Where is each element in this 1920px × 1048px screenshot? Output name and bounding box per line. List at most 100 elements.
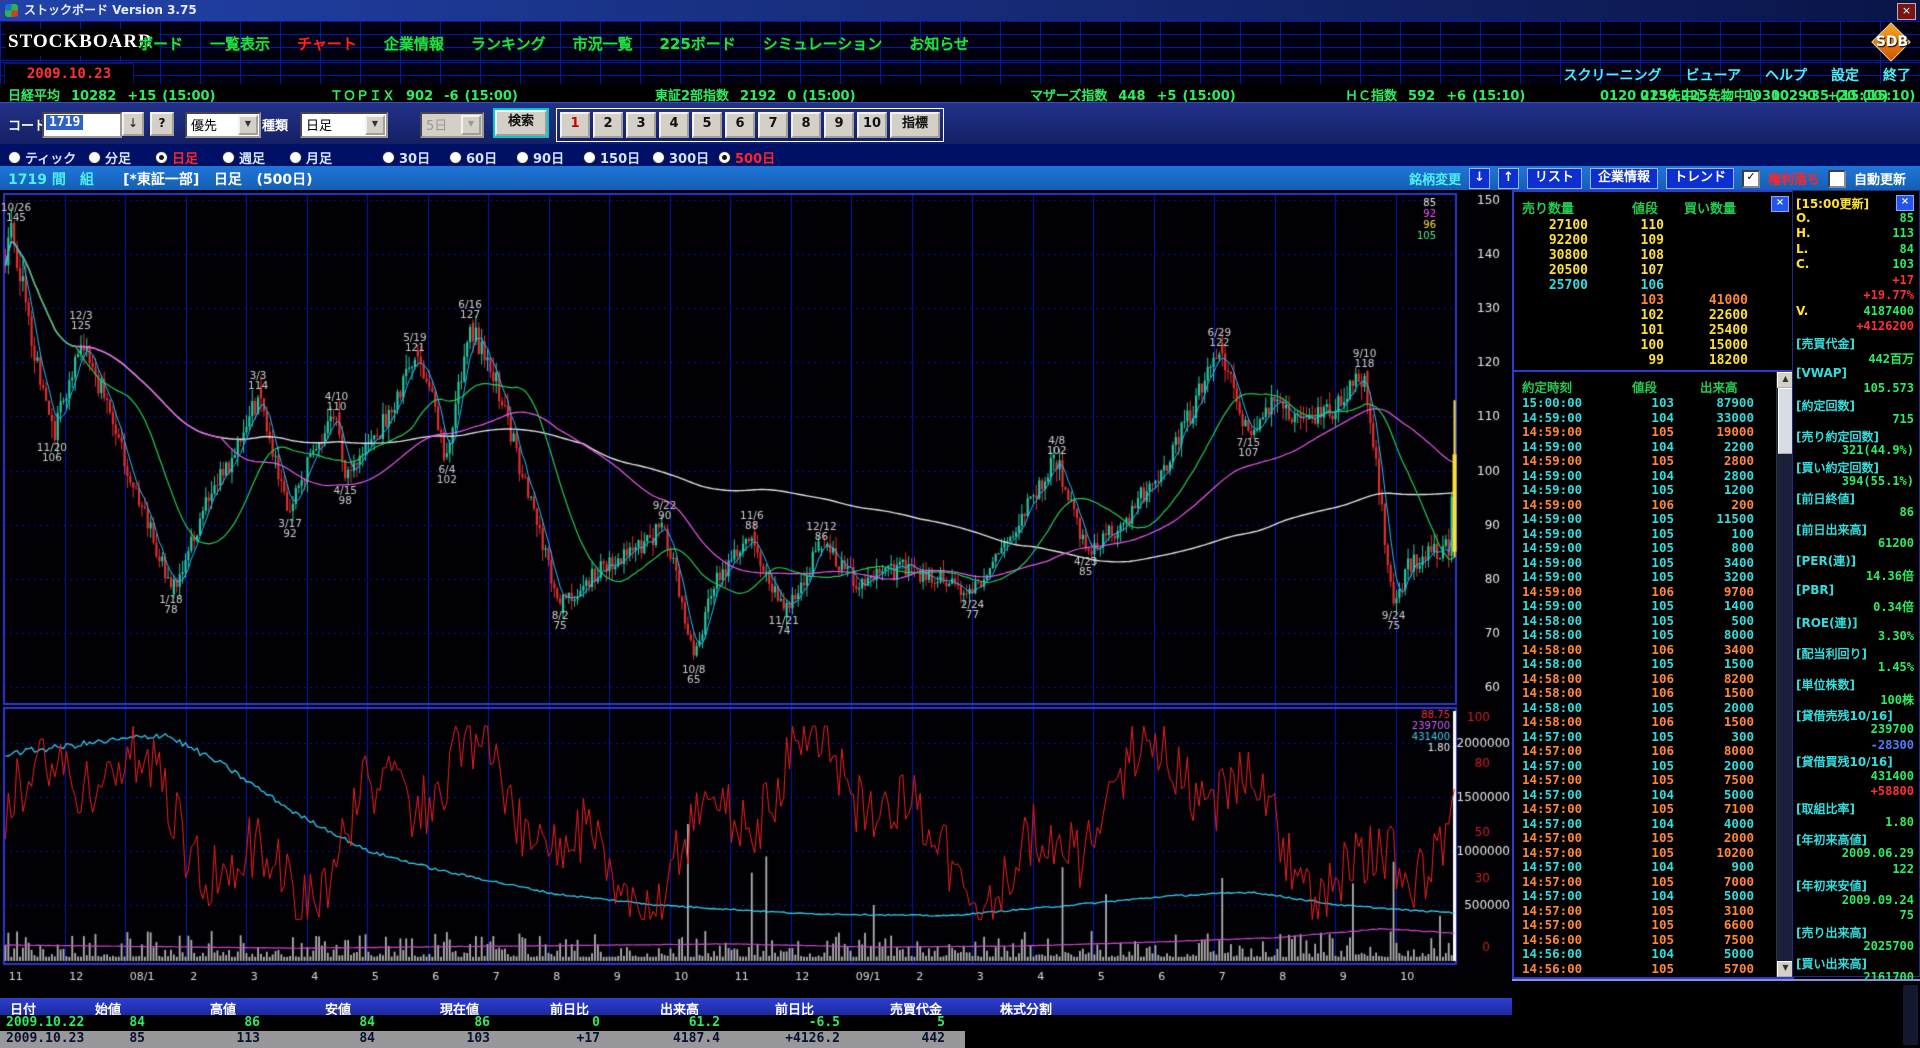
utility-スクリーニング[interactable]: スクリーニング: [1564, 65, 1662, 85]
trade-row[interactable]: 14:59:001051400: [1514, 598, 1792, 613]
price-chart[interactable]: [0, 190, 1512, 994]
trade-row[interactable]: 14:57:001056600: [1514, 917, 1792, 932]
window-close-button[interactable]: ×: [1897, 3, 1916, 20]
menu-item-一覧表示[interactable]: 一覧表示: [210, 33, 270, 54]
order-book-close-icon[interactable]: ×: [1771, 196, 1789, 212]
utility-ヘルプ[interactable]: ヘルプ: [1765, 65, 1807, 85]
trade-row[interactable]: 14:56:001045000: [1514, 946, 1792, 961]
trade-row[interactable]: 14:57:001052000: [1514, 758, 1792, 773]
indicator-button[interactable]: 指標: [890, 112, 940, 138]
ask-row[interactable]: 25700106: [1514, 278, 1792, 293]
trade-row[interactable]: 14:58:001063400: [1514, 642, 1792, 657]
chart-slot-button-6[interactable]: 6: [725, 112, 755, 138]
menu-item-ランキング[interactable]: ランキング: [471, 33, 546, 54]
trade-log-scrollbar[interactable]: ▲▼: [1776, 372, 1792, 977]
utility-終了[interactable]: 終了: [1883, 65, 1911, 85]
trade-row[interactable]: 14:59:00105800: [1514, 540, 1792, 555]
button-リスト[interactable]: リスト: [1527, 168, 1582, 189]
menu-item-市況一覧[interactable]: 市況一覧: [572, 33, 632, 54]
timeframe-分足[interactable]: 分足: [88, 148, 131, 167]
trade-row[interactable]: 14:57:00105300: [1514, 729, 1792, 744]
chart-slot-button-9[interactable]: 9: [824, 112, 854, 138]
trade-row[interactable]: 14:57:001057000: [1514, 874, 1792, 889]
menu-item-225ボード[interactable]: 225ボード: [659, 33, 735, 54]
trade-row[interactable]: 14:59:001053400: [1514, 555, 1792, 570]
trade-row[interactable]: 14:59:0010511500: [1514, 511, 1792, 526]
chart-slot-button-4[interactable]: 4: [659, 112, 689, 138]
trade-row[interactable]: 14:57:001045000: [1514, 888, 1792, 903]
bid-row[interactable]: 9918200: [1514, 353, 1792, 368]
timeframe-60日[interactable]: 60日: [449, 148, 497, 167]
trade-row[interactable]: 14:57:001068000: [1514, 743, 1792, 758]
trade-row[interactable]: 14:59:001042800: [1514, 468, 1792, 483]
bid-row[interactable]: 10222600: [1514, 308, 1792, 323]
chart-slot-button-3[interactable]: 3: [626, 112, 656, 138]
history-table-row[interactable]: 2009.10.2284868486061.2-6.55: [0, 1015, 1512, 1031]
menu-item-企業情報[interactable]: 企業情報: [384, 33, 444, 54]
chart-slot-button-2[interactable]: 2: [593, 112, 623, 138]
code-spin-down-icon[interactable]: ↓: [122, 112, 144, 136]
timeframe-日足[interactable]: 日足: [155, 148, 198, 167]
trade-row[interactable]: 14:56:001057500: [1514, 932, 1792, 947]
chart-slot-button-1[interactable]: 1: [560, 112, 590, 138]
menu-item-ボード[interactable]: ボード: [138, 33, 183, 54]
chart-slot-button-10[interactable]: 10: [857, 112, 887, 138]
auto-update-checkbox[interactable]: [1828, 170, 1846, 188]
trade-row[interactable]: 14:58:001052000: [1514, 700, 1792, 715]
trade-row[interactable]: 14:56:001055700: [1514, 961, 1792, 976]
trade-row[interactable]: 14:59:001069700: [1514, 584, 1792, 599]
ask-row[interactable]: 92200109: [1514, 233, 1792, 248]
trade-row[interactable]: 14:58:001061500: [1514, 714, 1792, 729]
timeframe-30日[interactable]: 30日: [382, 148, 430, 167]
ask-row[interactable]: 20500107: [1514, 263, 1792, 278]
trade-row[interactable]: 14:57:001057500: [1514, 772, 1792, 787]
priority-select[interactable]: 優先▼: [185, 112, 261, 138]
trade-row[interactable]: 14:57:00104900: [1514, 859, 1792, 874]
timeframe-ティック[interactable]: ティック: [8, 148, 76, 167]
scrollbar-thumb[interactable]: [1778, 388, 1793, 454]
timeframe-週足[interactable]: 週足: [222, 148, 265, 167]
menu-item-チャート[interactable]: チャート: [297, 33, 357, 54]
utility-ビューア[interactable]: ビューア: [1686, 65, 1741, 85]
trade-row[interactable]: 14:58:001061500: [1514, 685, 1792, 700]
ask-row[interactable]: 27100110: [1514, 218, 1792, 233]
timeframe-150日[interactable]: 150日: [583, 148, 640, 167]
chart-slot-button-8[interactable]: 8: [791, 112, 821, 138]
trade-row[interactable]: 14:58:001068200: [1514, 671, 1792, 686]
trade-row[interactable]: 14:58:00105500: [1514, 613, 1792, 628]
trade-row[interactable]: 14:59:00106200: [1514, 497, 1792, 512]
dropdown-arrow-icon[interactable]: ▼: [238, 115, 258, 135]
trade-row[interactable]: 14:59:001052800: [1514, 453, 1792, 468]
dropdown-arrow-icon[interactable]: ▼: [365, 115, 385, 135]
timeframe-300日[interactable]: 300日: [652, 148, 709, 167]
trade-row[interactable]: 14:57:001052000: [1514, 830, 1792, 845]
trade-row[interactable]: 14:59:001042200: [1514, 439, 1792, 454]
history-table-row-selected[interactable]: 2009.10.238511384103+174187.4+4126.2442: [0, 1031, 1512, 1048]
trade-row[interactable]: 14:57:001044000: [1514, 816, 1792, 831]
bid-row[interactable]: 10015000: [1514, 338, 1792, 353]
type-select[interactable]: 日足▼: [300, 112, 388, 138]
chart-slot-button-5[interactable]: 5: [692, 112, 722, 138]
button-トレンド[interactable]: トレンド: [1666, 168, 1734, 189]
search-button[interactable]: 検索: [495, 110, 547, 136]
bid-row[interactable]: 10125400: [1514, 323, 1792, 338]
trade-row[interactable]: 14:57:001045000: [1514, 787, 1792, 802]
utility-設定[interactable]: 設定: [1831, 65, 1859, 85]
trade-row[interactable]: 14:59:001053200: [1514, 569, 1792, 584]
trade-row[interactable]: 14:58:001058000: [1514, 627, 1792, 642]
rights-fall-checkbox[interactable]: ✓: [1742, 170, 1760, 188]
help-button[interactable]: ?: [150, 112, 174, 136]
timeframe-500日[interactable]: 500日: [718, 148, 775, 167]
trade-row[interactable]: 14:58:001051500: [1514, 656, 1792, 671]
menu-item-シミュレーション[interactable]: シミュレーション: [763, 33, 882, 54]
trade-row[interactable]: 14:57:001057100: [1514, 801, 1792, 816]
chart-slot-button-7[interactable]: 7: [758, 112, 788, 138]
stock-up-button[interactable]: ↑: [1498, 168, 1519, 189]
menu-item-お知らせ[interactable]: お知らせ: [909, 33, 969, 54]
stats-close-icon[interactable]: ×: [1896, 195, 1914, 211]
ask-row[interactable]: 30800108: [1514, 248, 1792, 263]
button-企業情報[interactable]: 企業情報: [1590, 168, 1658, 189]
code-input[interactable]: 1719: [42, 112, 122, 138]
timeframe-月足[interactable]: 月足: [289, 148, 332, 167]
trade-row[interactable]: 14:57:001053100: [1514, 903, 1792, 918]
